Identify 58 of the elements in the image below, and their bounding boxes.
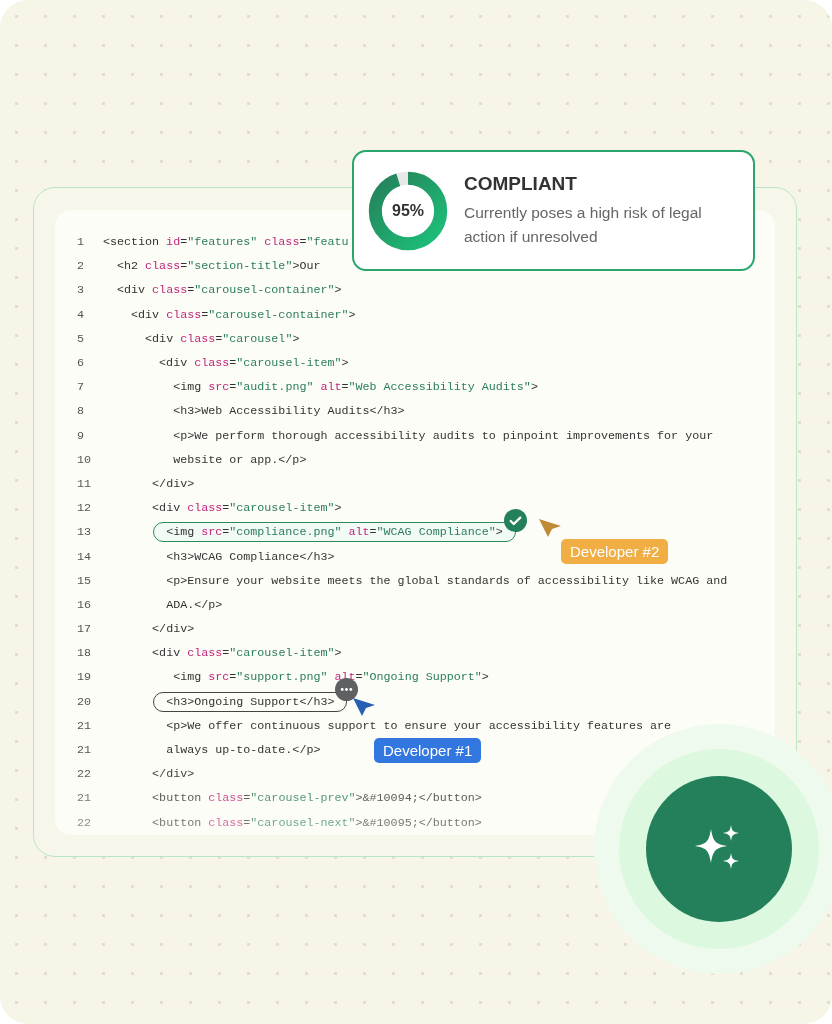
line-number: 17 <box>76 622 93 637</box>
highlighted-code[interactable]: <h3>Ongoing Support</h3> <box>153 691 348 712</box>
line-number: 7 <box>76 380 85 395</box>
line-number: 6 <box>76 356 85 371</box>
line-number: 12 <box>76 501 93 516</box>
line-number: 22 <box>76 815 93 830</box>
code-line: <h2 class="section-title">Our <box>117 259 321 274</box>
code-line: <p>We perform thorough accessibility audits to pinpoint improvements for your <box>173 428 714 443</box>
status-title: COMPLIANT <box>464 172 578 195</box>
line-number: 20 <box>76 694 93 709</box>
code-line: <button class="carousel-prev">&#10094;</button> <box>152 791 482 806</box>
user-label: Developer #1 <box>374 738 482 763</box>
line-number: 21 <box>76 791 93 806</box>
line-number: 2 <box>76 259 85 274</box>
code-line: <img src="audit.png" alt="Web Accessibility Audits"> <box>173 380 538 395</box>
code-line: <p>We offer continuous support to ensure your accessibility features are <box>166 718 672 733</box>
pointer-icon <box>352 697 376 717</box>
code-line: <div class="carousel-container"> <box>131 307 356 322</box>
line-number: 11 <box>76 476 93 491</box>
code-line: </div> <box>152 476 195 491</box>
pointer-icon <box>538 518 562 538</box>
line-number: 15 <box>76 573 93 588</box>
highlighted-code[interactable]: <img src="compliance.png" alt="WCAG Compliance"> <box>153 522 516 543</box>
code-line: ADA.</p> <box>166 597 223 612</box>
line-number: 13 <box>76 525 93 540</box>
code-line: </div> <box>152 767 195 782</box>
code-line: <section id="features" class="featu <box>103 235 349 250</box>
code-line: <p>Ensure your website meets the global standards of accessibility like WCAG and <box>166 573 728 588</box>
status-description: Currently poses a high risk of legal action if unresolved <box>464 202 703 247</box>
line-number: 9 <box>76 428 85 443</box>
line-number: 3 <box>76 283 85 298</box>
code-line: <div class="carousel-item"> <box>152 646 342 661</box>
line-number: 22 <box>76 767 93 782</box>
line-number: 10 <box>76 452 93 467</box>
line-number: 5 <box>76 331 85 346</box>
line-number: 8 <box>76 404 85 419</box>
line-number: 21 <box>76 743 93 758</box>
line-number: 19 <box>76 670 93 685</box>
code-line: <div class="carousel-container"> <box>117 283 342 298</box>
line-number: 14 <box>76 549 93 564</box>
line-number: 16 <box>76 597 93 612</box>
code-line: <div class="carousel"> <box>145 331 300 346</box>
line-number: 4 <box>76 307 85 322</box>
code-line: <div class="carousel-item"> <box>159 356 349 371</box>
code-line: always up-to-date.</p> <box>166 743 321 758</box>
code-line: <div class="carousel-item"> <box>152 501 342 516</box>
more-badge-icon <box>335 678 359 702</box>
score-value: 95% <box>392 201 424 220</box>
line-number: 1 <box>76 235 85 250</box>
check-badge-icon <box>503 508 527 532</box>
line-number: 21 <box>76 718 93 733</box>
user-label: Developer #2 <box>561 539 669 564</box>
line-number: 18 <box>76 646 93 661</box>
code-line: <button class="carousel-next">&#10095;</button> <box>152 815 482 830</box>
code-line: <h3>WCAG Compliance</h3> <box>166 549 335 564</box>
code-line: website or app.</p> <box>173 452 307 467</box>
code-line: </div> <box>152 622 195 637</box>
code-line: <h3>Web Accessibility Audits</h3> <box>173 404 405 419</box>
